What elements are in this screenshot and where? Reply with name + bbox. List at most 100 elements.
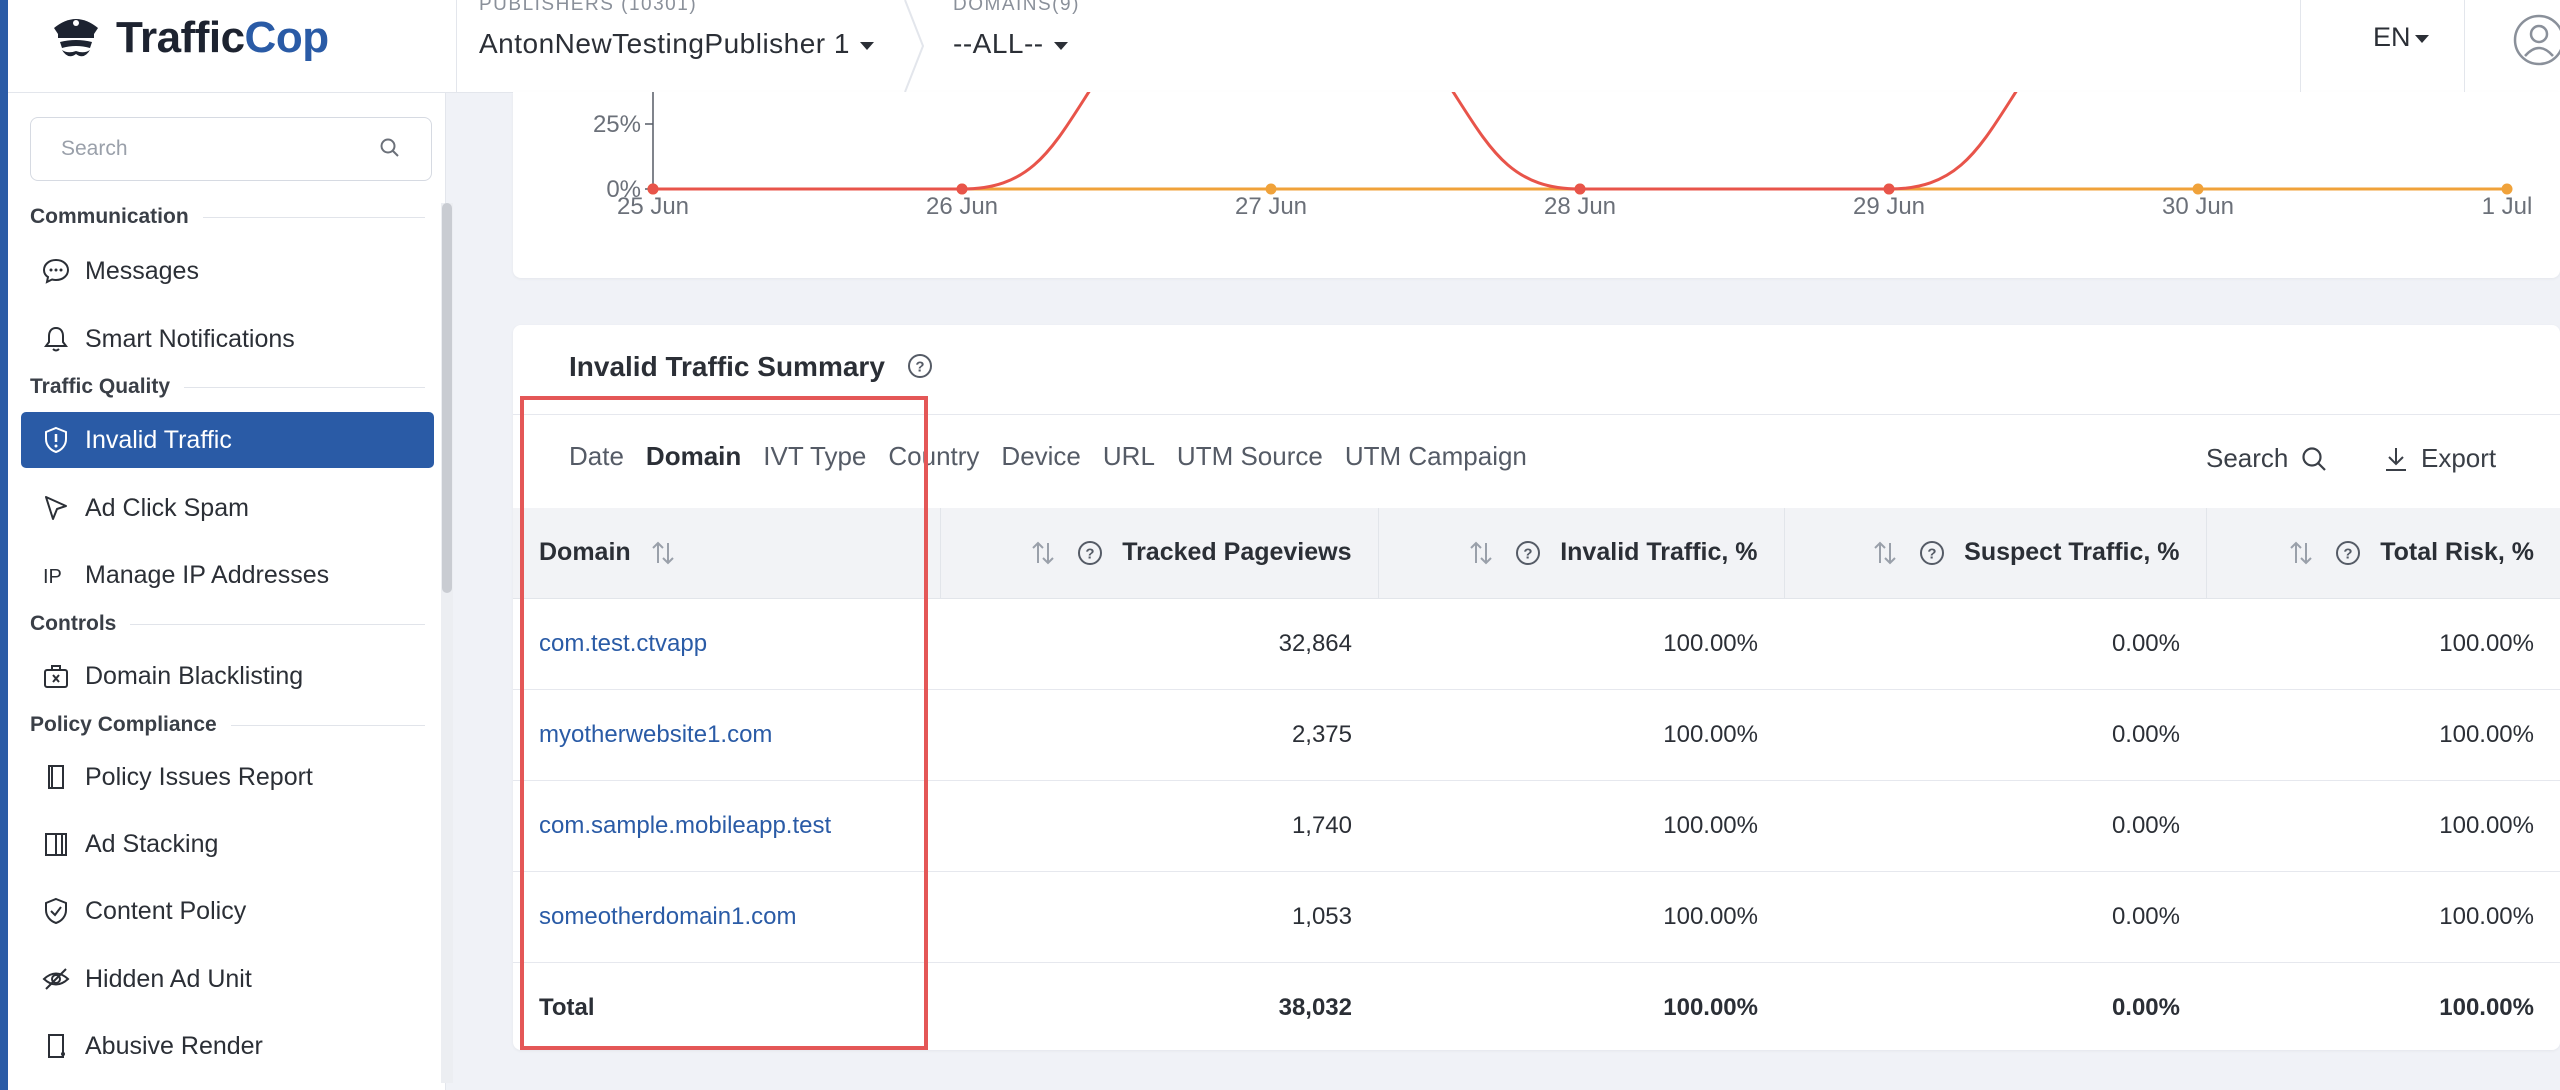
sidebar-item-hidden-ad-unit[interactable]: Hidden Ad Unit xyxy=(21,951,434,1007)
trafficcop-logo[interactable]: TrafficCop xyxy=(46,6,329,70)
search-icon xyxy=(2302,446,2327,471)
tab-domain[interactable]: Domain xyxy=(645,441,742,511)
sidebar-item-abusive-render[interactable]: Abusive Render xyxy=(21,1018,434,1074)
cell-pageviews: 1,740 xyxy=(940,780,1378,872)
domain-link[interactable]: myotherwebsite1.com xyxy=(539,721,772,748)
sidebar-item-ad-stacking[interactable]: Ad Stacking xyxy=(21,816,434,872)
cell-suspect: 0.00% xyxy=(1784,780,2206,872)
table-row: myotherwebsite1.com 2,375 100.00% 0.00% 100.… xyxy=(513,689,2560,781)
shield-alert-icon xyxy=(45,426,67,454)
cell-risk: 100.00% xyxy=(2206,689,2560,781)
section-label: Controls xyxy=(30,612,117,635)
sort-icon[interactable] xyxy=(1028,538,1058,568)
y-tick-label: 25% xyxy=(593,111,641,138)
total-cell-pageviews: 38,032 xyxy=(1278,994,1352,1021)
svg-text:?: ? xyxy=(915,358,924,375)
sort-icon[interactable] xyxy=(1870,538,1900,568)
column-header-domain[interactable]: Domain xyxy=(513,508,940,599)
tab-url[interactable]: URL xyxy=(1103,441,1155,511)
sidebar-item-label: Ad Stacking xyxy=(85,829,219,858)
tab-device[interactable]: Device xyxy=(1001,441,1080,511)
sidebar-item-manage-ip[interactable]: IP Manage IP Addresses xyxy=(21,547,434,603)
tab-country[interactable]: Country xyxy=(888,441,979,511)
export-button[interactable]: Export xyxy=(2383,443,2496,474)
sidebar-item-label: Policy Issues Report xyxy=(85,762,313,791)
series-point xyxy=(1265,183,1277,195)
section-communication: Communication xyxy=(30,205,425,229)
sidebar-item-messages[interactable]: Messages xyxy=(21,243,434,299)
column-header-invalid-traffic[interactable]: ? Invalid Traffic, % xyxy=(1377,508,1784,599)
sidebar-scrollbar-thumb[interactable] xyxy=(442,203,452,593)
sidebar-item-label: Smart Notifications xyxy=(85,324,295,353)
section-label: Traffic Quality xyxy=(30,375,171,398)
series-line xyxy=(653,92,2018,191)
sidebar-item-smart-notifications[interactable]: Smart Notifications xyxy=(21,311,434,367)
sort-icon[interactable] xyxy=(2286,538,2316,568)
sidebar-search-input[interactable]: Search xyxy=(30,117,432,181)
table-search-button[interactable]: Search xyxy=(2206,443,2328,474)
cell-invalid: 100.00% xyxy=(1378,689,1784,781)
help-icon[interactable]: ? xyxy=(2335,540,2361,566)
sidebar-item-label: Content Policy xyxy=(85,896,247,925)
column-header-tracked-pageviews[interactable]: ? Tracked Pageviews xyxy=(939,508,1378,599)
logo-text-cop: Cop xyxy=(244,13,330,62)
sidebar-item-label: Messages xyxy=(85,256,199,285)
table-row: com.test.ctvapp 32,864 100.00% 0.00% 100.00% xyxy=(513,598,2560,690)
tab-utm-campaign[interactable]: UTM Campaign xyxy=(1345,441,1527,511)
sidebar-item-policy-issues[interactable]: Policy Issues Report xyxy=(21,749,434,805)
summary-title: Invalid Traffic Summary ? xyxy=(569,351,933,383)
sidebar-item-ad-click-spam[interactable]: Ad Click Spam xyxy=(21,480,434,536)
invalid-traffic-summary-card: Invalid Traffic Summary ? Date Domain IVT … xyxy=(513,325,2560,1050)
tab-date[interactable]: Date xyxy=(569,441,624,511)
summary-title-text: Invalid Traffic Summary xyxy=(569,351,885,382)
sidebar-item-invalid-traffic[interactable]: Invalid Traffic xyxy=(21,412,434,468)
total-cell-invalid: 100.00% xyxy=(1663,994,1758,1021)
domain-selector[interactable]: DOMAINS(9) --ALL-- xyxy=(953,0,1080,92)
user-account-icon[interactable] xyxy=(2513,14,2560,66)
section-policy-compliance: Policy Compliance xyxy=(30,713,425,737)
column-header-label: Tracked Pageviews xyxy=(1122,537,1352,566)
download-icon xyxy=(2386,447,2406,471)
language-value: EN xyxy=(2373,22,2411,52)
domain-link[interactable]: someotherdomain1.com xyxy=(539,903,796,930)
search-placeholder: Search xyxy=(61,137,128,160)
cell-suspect: 0.00% xyxy=(1784,871,2206,963)
column-header-suspect-traffic[interactable]: ? Suspect Traffic, % xyxy=(1783,508,2206,599)
search-label: Search xyxy=(2206,443,2289,473)
help-icon[interactable]: ? xyxy=(1077,540,1103,566)
sidebar-item-label: Manage IP Addresses xyxy=(85,560,330,589)
tab-utm-source[interactable]: UTM Source xyxy=(1177,441,1323,511)
domains-value: --ALL-- xyxy=(953,28,1044,59)
tab-ivt-type[interactable]: IVT Type xyxy=(763,441,866,511)
svg-text:IP: IP xyxy=(43,566,62,588)
total-cell-label: Total xyxy=(539,994,595,1021)
sidebar-item-content-policy[interactable]: Content Policy xyxy=(21,883,434,939)
ip-address-icon: IP xyxy=(43,566,62,588)
sidebar-item-label: Abusive Render xyxy=(85,1031,263,1060)
help-icon[interactable]: ? xyxy=(907,353,933,379)
sidebar-item-domain-blacklisting[interactable]: Domain Blacklisting xyxy=(21,648,434,704)
cell-pageviews: 2,375 xyxy=(940,689,1378,781)
column-header-total-risk[interactable]: ? Total Risk, % xyxy=(2205,508,2560,599)
cell-pageviews: 1,053 xyxy=(940,871,1378,963)
domain-link[interactable]: com.test.ctvapp xyxy=(539,630,707,657)
column-header-label: Total Risk, % xyxy=(2380,537,2534,566)
x-tick-label: 1 Jul xyxy=(2482,193,2533,220)
stacked-pages-icon xyxy=(45,833,67,856)
language-selector[interactable]: EN xyxy=(2373,22,2429,53)
divider xyxy=(456,0,457,92)
x-tick-label: 28 Jun xyxy=(1544,193,1616,220)
logo-text-traffic: Traffic xyxy=(116,13,245,62)
domain-link[interactable]: com.sample.mobileapp.test xyxy=(539,812,831,839)
help-icon[interactable]: ? xyxy=(1515,540,1541,566)
help-icon[interactable]: ? xyxy=(1919,540,1945,566)
cell-domain: com.sample.mobileapp.test xyxy=(513,780,940,872)
cell-suspect: 0.00% xyxy=(1784,598,2206,690)
sort-icon[interactable] xyxy=(648,538,678,568)
publisher-selector[interactable]: PUBLISHERS (10301) AntonNewTestingPublis… xyxy=(479,0,874,92)
sort-icon[interactable] xyxy=(1466,538,1496,568)
cell-domain: com.test.ctvapp xyxy=(513,598,940,690)
sidebar-item-label: Domain Blacklisting xyxy=(85,661,304,690)
divider xyxy=(2300,0,2301,92)
summary-tabs: Date Domain IVT Type Country Device URL UTM So… xyxy=(569,441,1549,511)
